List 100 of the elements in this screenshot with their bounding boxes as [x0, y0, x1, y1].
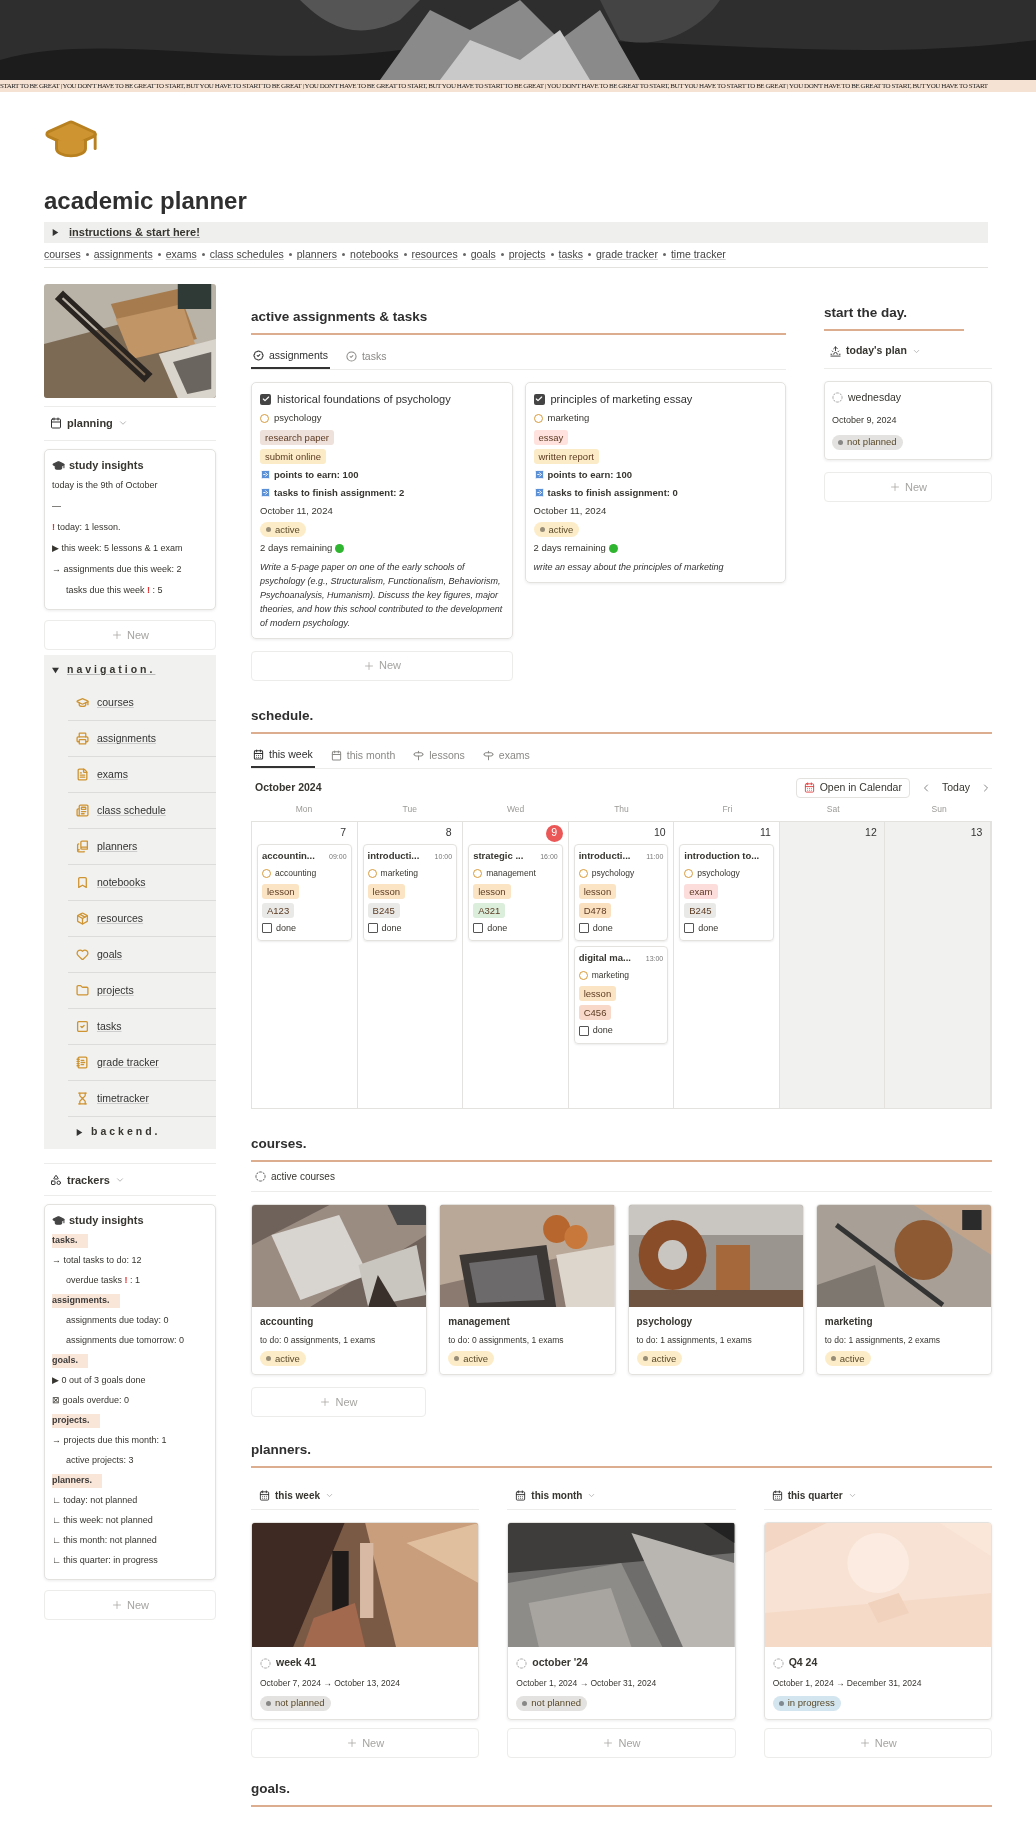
checkbox-label: done [381, 921, 402, 935]
view-selector[interactable]: planning [67, 415, 113, 432]
toggle-triangle-icon[interactable] [52, 229, 59, 236]
dashed-circle-icon [832, 392, 843, 404]
plus-icon [346, 1736, 359, 1749]
checkbox[interactable] [260, 393, 271, 405]
status-badge: not planned [260, 1695, 331, 1711]
assignment-card[interactable] [251, 381, 513, 639]
navigation-link[interactable]: planners [97, 838, 138, 855]
navigation-link[interactable]: goals [97, 946, 123, 963]
view-selector[interactable]: this quarter [787, 1488, 843, 1504]
due-date: October 11, 2024 [533, 504, 608, 518]
bullet-separator [550, 253, 554, 257]
tab[interactable]: this month [328, 743, 398, 768]
navigation-link[interactable]: courses [97, 694, 134, 711]
toggle-label[interactable]: instructions & start here! [69, 224, 200, 241]
tab[interactable]: assignments [251, 344, 330, 369]
checkbox[interactable] [262, 923, 272, 934]
planner-title: october '24 [532, 1655, 588, 1671]
quick-link[interactable]: resources [411, 247, 458, 263]
bullet-separator [662, 253, 666, 257]
quick-link[interactable]: planners [296, 247, 338, 263]
quick-link[interactable]: exams [165, 247, 197, 263]
bullet-separator [85, 253, 89, 257]
checkbox[interactable] [367, 923, 378, 934]
toggle-heading[interactable]: navigation. [67, 662, 156, 679]
navigation-link[interactable]: notebooks [97, 874, 146, 891]
view-selector[interactable]: today's plan [846, 343, 907, 360]
tab[interactable]: tasks [343, 344, 389, 369]
quick-link[interactable]: time tracker [670, 247, 726, 263]
insight-line: — [52, 500, 61, 513]
tag: lesson [262, 883, 300, 899]
view-selector[interactable]: trackers [67, 1171, 110, 1188]
status-badge: active [636, 1351, 683, 1367]
navigation-link[interactable]: timetracker [97, 1090, 149, 1107]
view-selector[interactable]: active courses [271, 1168, 335, 1184]
course-card[interactable]: marketing to do: 1 assignments, 2 exams active [815, 1203, 992, 1376]
navigation-link[interactable]: tasks [97, 1018, 122, 1035]
tab[interactable]: lessons [411, 743, 467, 768]
insight-line: → projects due this month: 1 [52, 1434, 167, 1447]
navigation-link[interactable]: exams [97, 766, 128, 783]
calendar-icon [259, 1490, 270, 1502]
quick-link[interactable]: courses [44, 247, 81, 263]
checkbox[interactable] [533, 393, 545, 405]
event-title: introducti... [367, 848, 420, 863]
quick-link[interactable]: tasks [558, 247, 584, 263]
quick-link[interactable]: grade tracker [596, 247, 658, 263]
course-card[interactable]: psychology to do: 1 assignments, 1 exams active [627, 1203, 804, 1376]
checkbox[interactable] [578, 923, 589, 934]
navigation-link[interactable]: class schedule [97, 802, 166, 819]
navigation-link[interactable]: grade tracker [97, 1054, 159, 1071]
quick-link[interactable]: notebooks [350, 247, 399, 263]
room-tag: B245 [367, 902, 400, 918]
graduation-cap-icon [52, 1214, 65, 1227]
event-card[interactable]: introduction to... psychology exam B245 done [679, 843, 774, 941]
event-title: accountin... [262, 848, 315, 863]
plus-icon [111, 629, 123, 642]
tasks-label: tasks to finish assignment: 2 [274, 485, 405, 500]
plan-card[interactable]: wednesday October 9, 2024 not planned [824, 380, 992, 460]
status-badge: active [824, 1351, 871, 1367]
planner-card[interactable]: Q4 24 October 1, 2024 → December 31, 2024 in progress [763, 1522, 992, 1720]
assignment-card[interactable]: principles of marketing essay marketing essay written report points to earn: 100 tasks to finish assignment: 0 October 11, 2024 active 2 days remaining write an essay about the principles of marketing [524, 381, 786, 583]
course-card[interactable]: management to do: 0 assignments, 1 exams active [439, 1203, 616, 1376]
toggle-heading[interactable]: backend. [91, 1124, 161, 1141]
calendar-icon [330, 750, 342, 761]
tab[interactable]: this week [251, 743, 315, 768]
toggle-block[interactable]: instructions & start here! [44, 222, 988, 243]
quick-link[interactable]: class schedules [209, 247, 284, 263]
todo-label: to do: 1 assignments, 2 exams [824, 1333, 942, 1347]
quick-link[interactable]: projects [508, 247, 546, 263]
navigation-link[interactable]: projects [97, 982, 134, 999]
checkbox[interactable] [473, 923, 484, 934]
quick-link[interactable]: assignments [93, 247, 153, 263]
sunrise-icon [830, 345, 841, 357]
checkbox[interactable] [578, 1025, 589, 1036]
hourglass-icon [76, 1092, 89, 1106]
course-label: accounting [275, 866, 317, 880]
date-range: October 7, 2024 → October 13, 2024 [260, 1677, 401, 1690]
weekday-label: Tue [401, 802, 418, 816]
status-badge: active [533, 522, 580, 538]
open-in-calendar-button[interactable]: Open in Calendar [795, 777, 910, 798]
tab[interactable]: exams [480, 743, 532, 768]
quick-link[interactable]: goals [470, 247, 496, 263]
course-card[interactable]: accounting to do: 0 assignments, 1 exams active [251, 1203, 428, 1376]
view-selector[interactable]: this week [275, 1488, 321, 1504]
tag: lesson [578, 986, 617, 1001]
toggle-triangle-icon[interactable] [76, 1128, 83, 1136]
event-title: digital ma... [578, 951, 631, 965]
planner-card[interactable]: october '24 October 1, 2024 → October 31, 2024 not planned [507, 1522, 736, 1720]
navigation-link[interactable]: resources [97, 910, 144, 927]
navigation-link[interactable]: assignments [97, 730, 156, 747]
checkbox[interactable] [684, 923, 695, 934]
calendar-icon [803, 782, 815, 793]
section-heading: goals. [251, 1780, 290, 1796]
toggle-triangle-icon[interactable] [52, 666, 59, 674]
view-selector[interactable]: this month [531, 1488, 583, 1504]
planner-card[interactable]: week 41 October 7, 2024 → October 13, 2024 not planned [251, 1522, 480, 1720]
calendar-icon [50, 417, 62, 430]
today-button[interactable]: Today [941, 779, 970, 796]
calendar-icon [253, 749, 264, 760]
